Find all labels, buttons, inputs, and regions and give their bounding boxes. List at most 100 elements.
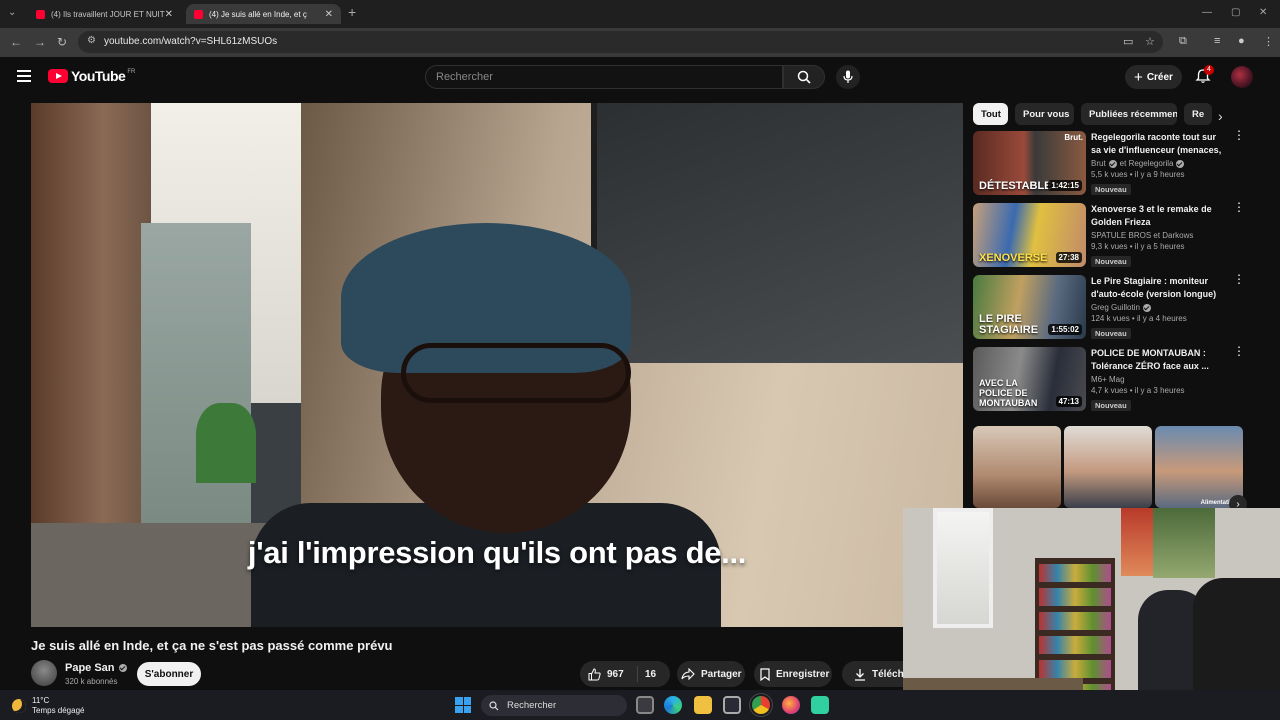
extensions-icon[interactable]: ⧉ bbox=[1179, 35, 1187, 48]
reload-icon[interactable]: ↻ bbox=[57, 35, 67, 49]
video-player[interactable]: j'ai l'impression qu'ils ont pas de... bbox=[31, 103, 963, 627]
chip-recent[interactable]: Publiées récemment bbox=[1081, 103, 1177, 125]
chrome-icon[interactable] bbox=[752, 696, 770, 714]
channel-avatar[interactable] bbox=[31, 660, 57, 686]
windows-start-icon[interactable] bbox=[455, 697, 471, 713]
share-label: Partager bbox=[701, 668, 742, 680]
media-control-icon[interactable]: ≡ bbox=[1214, 35, 1220, 47]
more-options-icon[interactable]: ⋮ bbox=[1233, 201, 1245, 213]
taskbar-search[interactable]: Rechercher bbox=[481, 695, 627, 716]
video-meta: POLICE DE MONTAUBAN : Tolérance ZÉRO fac… bbox=[1091, 347, 1226, 413]
maximize-icon[interactable]: ▢ bbox=[1231, 7, 1240, 18]
edge-browser-icon[interactable] bbox=[664, 696, 682, 714]
like-button[interactable]: 967 bbox=[580, 666, 638, 682]
create-button[interactable]: + Créer bbox=[1125, 65, 1182, 89]
site-info-icon[interactable]: ⚙ bbox=[87, 35, 96, 46]
streaming-app-icon[interactable] bbox=[811, 696, 829, 714]
short-thumbnail[interactable] bbox=[973, 426, 1061, 508]
channel-row: Brut et Regelegorila bbox=[1091, 159, 1226, 168]
minimize-icon[interactable]: — bbox=[1202, 7, 1212, 18]
tab-2-title: (4) Je suis allé en Inde, et ç bbox=[209, 9, 307, 19]
region-code: FR bbox=[127, 68, 136, 75]
address-bar[interactable]: ⚙ youtube.com/watch?v=SHL61zMSUOs bbox=[78, 31, 1163, 53]
video-title: POLICE DE MONTAUBAN : Tolérance ZÉRO fac… bbox=[1091, 348, 1209, 371]
chevron-right-icon[interactable]: › bbox=[1218, 108, 1223, 124]
like-count: 967 bbox=[607, 668, 624, 680]
views-age: 5,5 k vues • il y a 9 heures bbox=[1091, 170, 1185, 179]
video-thumbnail[interactable]: Brut. DÉTESTABLE 1:42:15 bbox=[973, 131, 1086, 195]
share-arrow-icon bbox=[681, 668, 695, 680]
search-input[interactable] bbox=[426, 66, 782, 88]
taskbar-search-label: Rechercher bbox=[507, 700, 557, 711]
more-options-icon[interactable]: ⋮ bbox=[1233, 345, 1245, 357]
save-button[interactable]: Enregistrer bbox=[754, 661, 832, 687]
recommendation-3[interactable]: LE PIRE STAGIAIRE 1:55:02 Le Pire Stagia… bbox=[973, 273, 1248, 341]
short-thumbnail[interactable]: Alimentation bbox=[1155, 426, 1243, 508]
moon-weather-icon bbox=[12, 699, 26, 713]
new-tab-icon[interactable]: + bbox=[348, 4, 356, 20]
verified-icon bbox=[1108, 159, 1117, 168]
browser-menu-icon[interactable]: ⋮ bbox=[1263, 35, 1274, 48]
close-tab-icon[interactable]: ✕ bbox=[165, 9, 173, 20]
dislike-button[interactable]: 16 bbox=[638, 669, 656, 680]
video-duration: 1:42:15 bbox=[1048, 180, 1082, 191]
recommendation-4[interactable]: AVEC LA POLICE DE MONTAUBAN 47:13 POLICE… bbox=[973, 345, 1248, 413]
bookmark-star-icon[interactable]: ☆ bbox=[1145, 35, 1155, 48]
view-count: 5,5 k vues bbox=[1091, 170, 1128, 179]
more-options-icon[interactable]: ⋮ bbox=[1233, 273, 1245, 285]
video-thumbnail[interactable]: LE PIRE STAGIAIRE 1:55:02 bbox=[973, 275, 1086, 339]
video-duration: 27:38 bbox=[1055, 252, 1082, 263]
like-dislike-group: 967 16 bbox=[580, 661, 670, 687]
video-subtitle: j'ai l'impression qu'ils ont pas de... bbox=[247, 535, 747, 570]
menu-icon[interactable] bbox=[17, 70, 31, 82]
youtube-logo[interactable]: YouTube FR bbox=[48, 68, 135, 84]
create-label: Créer bbox=[1146, 71, 1173, 83]
download-icon bbox=[855, 668, 865, 681]
search-button[interactable] bbox=[783, 65, 825, 89]
video-thumbnail[interactable]: AVEC LA POLICE DE MONTAUBAN 47:13 bbox=[973, 347, 1086, 411]
filter-chips: Tout Pour vous Publiées récemment Re bbox=[973, 103, 1243, 125]
channel-name[interactable]: Pape San bbox=[65, 662, 115, 674]
profile-icon[interactable]: ● bbox=[1238, 35, 1245, 47]
cast-icon[interactable]: ▭ bbox=[1123, 35, 1133, 48]
search-icon bbox=[489, 700, 499, 710]
short-thumbnail[interactable] bbox=[1064, 426, 1152, 508]
account-avatar[interactable] bbox=[1231, 66, 1253, 88]
logo-wordmark: YouTube bbox=[71, 68, 126, 84]
share-button[interactable]: Partager bbox=[677, 661, 745, 687]
tab-1[interactable]: (4) Ils travaillent JOUR ET NUIT ✕ bbox=[28, 4, 180, 24]
shorts-shelf: Alimentation bbox=[973, 426, 1243, 508]
upload-age: il y a 3 heures bbox=[1134, 386, 1185, 395]
chip-for-you[interactable]: Pour vous bbox=[1015, 103, 1074, 125]
task-view-icon[interactable] bbox=[636, 696, 654, 714]
channel-name: M6+ Mag bbox=[1091, 375, 1125, 384]
firefox-icon[interactable] bbox=[782, 696, 800, 714]
channel-row: M6+ Mag bbox=[1091, 375, 1226, 384]
recommendation-2[interactable]: XENOVERSE 27:38 Xenoverse 3 et le remake… bbox=[973, 201, 1248, 269]
channel-row: Greg Guillotin bbox=[1091, 303, 1226, 312]
chip-all[interactable]: Tout bbox=[973, 103, 1008, 125]
forward-icon[interactable]: → bbox=[34, 35, 46, 49]
close-tab-icon[interactable]: ✕ bbox=[325, 9, 333, 20]
voice-search-button[interactable] bbox=[836, 65, 860, 89]
store-icon[interactable] bbox=[723, 696, 741, 714]
recommendation-1[interactable]: Brut. DÉTESTABLE 1:42:15 Regelegorila ra… bbox=[973, 129, 1248, 197]
more-options-icon[interactable]: ⋮ bbox=[1233, 129, 1245, 141]
back-icon[interactable]: ← bbox=[10, 35, 22, 49]
subscribe-button[interactable]: S'abonner bbox=[137, 662, 201, 686]
tab-list-chevron-icon[interactable]: ⌄ bbox=[8, 7, 16, 18]
weather-widget[interactable]: 11°C Temps dégagé bbox=[12, 696, 84, 716]
tab-2-active[interactable]: (4) Je suis allé en Inde, et ç ✕ bbox=[186, 4, 341, 24]
webcam-poster bbox=[1153, 508, 1215, 578]
window-close-icon[interactable]: ✕ bbox=[1259, 7, 1267, 18]
channel-name-row[interactable]: Pape San bbox=[65, 662, 127, 674]
thumbnail-brand: Brut. bbox=[1064, 133, 1083, 142]
youtube-header: YouTube FR + Créer 4 bbox=[0, 57, 1280, 97]
file-explorer-icon[interactable] bbox=[694, 696, 712, 714]
chip-more[interactable]: Re bbox=[1184, 103, 1212, 125]
notifications-button[interactable]: 4 bbox=[1195, 65, 1214, 86]
subscriber-count: 320 k abonnés bbox=[65, 677, 118, 686]
plus-icon: + bbox=[1134, 68, 1143, 86]
video-thumbnail[interactable]: XENOVERSE 27:38 bbox=[973, 203, 1086, 267]
weather-condition: Temps dégagé bbox=[32, 706, 85, 715]
